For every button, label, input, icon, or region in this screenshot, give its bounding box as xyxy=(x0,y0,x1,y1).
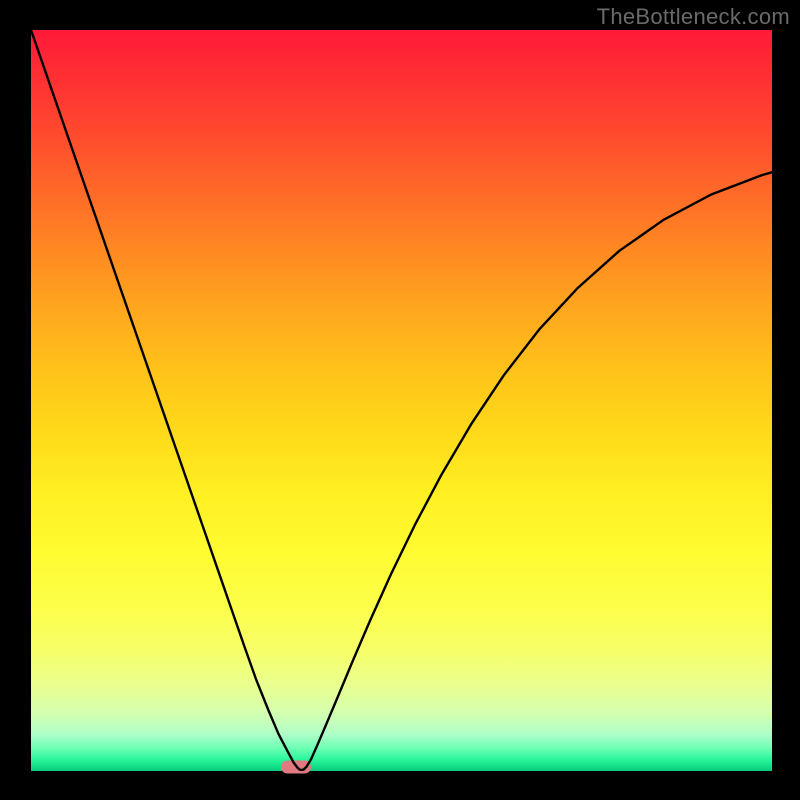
watermark-text: TheBottleneck.com xyxy=(597,4,790,30)
chart-frame: TheBottleneck.com xyxy=(0,0,800,800)
bottleneck-curve xyxy=(31,30,772,771)
